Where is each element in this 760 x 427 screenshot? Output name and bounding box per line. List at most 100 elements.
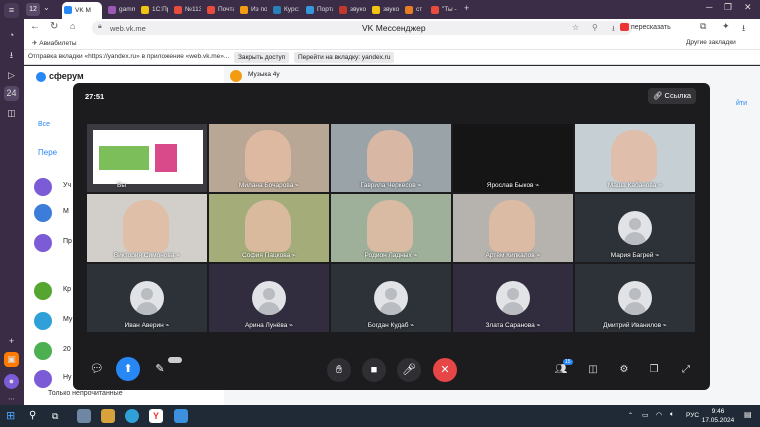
history-icon[interactable]: ◔ xyxy=(4,28,19,43)
participant-tile[interactable]: Мария Багрей ⌁ xyxy=(575,194,695,262)
bookmark-aviatickets[interactable]: ✈ Авиабилеты xyxy=(32,39,77,47)
participant-tile[interactable]: Арина Лунёва ⌁ xyxy=(209,264,329,332)
tab-7[interactable]: Портал xyxy=(304,3,333,17)
refresh-icon[interactable]: ↻ xyxy=(50,21,58,32)
file-explorer-icon[interactable] xyxy=(101,409,115,423)
camera-button[interactable]: ■ xyxy=(362,358,386,382)
network-icon[interactable]: ▭ xyxy=(642,411,649,419)
participant-tile[interactable]: Вы xyxy=(87,124,207,192)
bookmark-star-icon[interactable]: ☆ xyxy=(572,23,579,32)
chat-avatar[interactable]: Уч xyxy=(34,178,71,196)
tab-10[interactable]: ст xyxy=(403,3,425,17)
camera-app-icon[interactable] xyxy=(77,409,91,423)
screen-share-button[interactable]: ⬆ xyxy=(116,357,140,381)
participant-tile[interactable]: София Пацкова ⌁ xyxy=(209,194,329,262)
participant-tile[interactable]: Маша Кабанова ⌁ xyxy=(575,124,695,192)
tab-5[interactable]: Из поч xyxy=(238,3,267,17)
new-tab-icon[interactable]: + xyxy=(464,3,469,13)
back-icon[interactable]: ← xyxy=(30,21,40,32)
tab-0[interactable]: VK M xyxy=(62,2,102,19)
reader-icon[interactable]: ◫ xyxy=(4,106,19,121)
play-icon[interactable]: ▷ xyxy=(4,68,19,83)
microphone-button[interactable]: 🎤︎ xyxy=(397,358,421,382)
chat-avatar[interactable]: 20 xyxy=(34,342,71,360)
participant-tile[interactable]: Милана Бочарова ⌁ xyxy=(209,124,329,192)
extensions-puzzle-icon[interactable]: ✦ xyxy=(722,21,730,32)
url-field[interactable]: 🔒︎ web.vk.me VK Мессенджер ☆ ⚲ ⭳ xyxy=(92,21,632,35)
retell-button[interactable]: пересказать xyxy=(620,23,671,31)
picture-in-picture-icon[interactable]: ❐ xyxy=(646,362,662,378)
chat-avatar[interactable]: Му xyxy=(34,312,72,330)
filter-all[interactable]: Все xyxy=(38,121,50,128)
chat-item-label[interactable]: Пере xyxy=(38,148,57,157)
alice-icon[interactable]: ● xyxy=(4,374,19,389)
participant-tile[interactable]: Злата Саранова ⌁ xyxy=(453,264,573,332)
chat-icon[interactable]: 💬︎ xyxy=(85,357,109,381)
only-unread-label[interactable]: Только непрочитанные xyxy=(48,390,123,397)
downloads-bar-icon[interactable]: ⭳ xyxy=(742,21,745,37)
clock[interactable]: 9:46 17.05.2024 xyxy=(700,407,736,425)
call-link-button[interactable]: 🔗︎ Ссылка xyxy=(648,88,696,104)
pen-app-icon[interactable] xyxy=(174,409,188,423)
chat-avatar[interactable]: М xyxy=(34,204,69,222)
tab-4[interactable]: Почта xyxy=(205,3,234,17)
raise-hand-button[interactable]: ✋︎ xyxy=(327,358,351,382)
close-access-button[interactable]: Закрыть доступ xyxy=(234,52,290,63)
tab-bar: 12 ⌄ VK M gamma 1С:Пре №113 Почта Из поч Курс:… xyxy=(24,0,760,19)
add-icon[interactable]: + xyxy=(4,334,19,349)
participant-tile[interactable]: Богдан Кудаб ⌁ xyxy=(331,264,451,332)
layout-icon[interactable]: ◫ xyxy=(585,362,601,378)
tab-11[interactable]: "Ты - Ч xyxy=(429,3,458,17)
notifications-icon[interactable]: ▤ xyxy=(744,410,752,419)
calendar-24-icon[interactable]: 24 xyxy=(4,86,19,101)
maximize-icon[interactable]: ❐ xyxy=(724,2,732,13)
settings-gear-icon[interactable]: ⚙ xyxy=(616,362,632,378)
copy-icon[interactable]: ⧉ xyxy=(700,21,706,32)
volume-icon[interactable]: 🔈︎ xyxy=(670,411,674,419)
participant-tile[interactable]: Виктория Симонова ⌁ xyxy=(87,194,207,262)
tab-1[interactable]: gamma xyxy=(106,3,135,17)
participant-tile[interactable]: Гаврила Черкесов ⌁ xyxy=(331,124,451,192)
participant-tile[interactable]: Дмитрий Иванилов ⌁ xyxy=(575,264,695,332)
tab-2[interactable]: 1С:Пре xyxy=(139,3,168,17)
screen-share-preview xyxy=(93,130,203,184)
close-window-icon[interactable]: ✕ xyxy=(744,2,752,13)
fullscreen-icon[interactable]: ⤢ xyxy=(678,362,694,378)
tab-6[interactable]: Курс:Р xyxy=(271,3,300,17)
tray-chevron-icon[interactable]: ⌃ xyxy=(628,412,633,419)
extension-icon[interactable]: ⚲ xyxy=(592,23,598,32)
tab-count-badge[interactable]: 12 xyxy=(26,3,40,16)
pen-options-badge[interactable] xyxy=(168,357,182,363)
participant-tile[interactable]: Родион Ладных ⌁ xyxy=(331,194,451,262)
yandex-menu-icon[interactable]: ≡ xyxy=(4,3,19,18)
home-icon[interactable]: ⌂ xyxy=(70,21,75,31)
sferum-logo-icon xyxy=(36,72,46,82)
participant-tile[interactable]: Артём Кипкалов ⌁ xyxy=(453,194,573,262)
task-view-icon[interactable]: ⧉ xyxy=(52,409,66,423)
yandex-browser-icon[interactable]: Y xyxy=(149,409,163,423)
chat-avatar[interactable]: Пр xyxy=(34,234,72,252)
yandex-market-icon[interactable]: ▣ xyxy=(4,352,19,367)
chat-avatar[interactable]: Ну xyxy=(34,370,72,388)
tab-3[interactable]: №113 xyxy=(172,3,201,17)
participant-tile[interactable]: Ярослав Быков ⌁ xyxy=(453,124,573,192)
edge-icon[interactable] xyxy=(125,409,139,423)
language-indicator[interactable]: РУС xyxy=(686,412,699,419)
participant-name-text: Иван Аверин xyxy=(124,322,164,329)
bookmarks-bar: ✈ Авиабилеты Другие закладки xyxy=(24,37,760,50)
end-call-button[interactable]: ✕ xyxy=(433,358,457,382)
windows-start-icon[interactable]: ⊞ xyxy=(6,409,20,423)
participant-tile[interactable]: Иван Аверин ⌁ xyxy=(87,264,207,332)
download-page-icon[interactable]: ⭳ xyxy=(612,23,615,37)
goto-tab-button[interactable]: Перейти на вкладку: yandex.ru xyxy=(294,52,395,63)
chat-header-link[interactable]: йти xyxy=(736,100,747,107)
minimize-icon[interactable]: ─ xyxy=(706,2,712,12)
tab-9[interactable]: звуко xyxy=(370,3,399,17)
wifi-icon[interactable]: ◠ xyxy=(656,411,662,419)
chat-avatar[interactable]: Кр xyxy=(34,282,71,300)
downloads-icon[interactable]: ⭳ xyxy=(4,48,19,63)
search-icon[interactable]: ⚲ xyxy=(29,409,43,423)
tab-list-chevron-icon[interactable]: ⌄ xyxy=(43,3,50,12)
other-bookmarks[interactable]: Другие закладки xyxy=(686,39,736,46)
tab-8[interactable]: звуко xyxy=(337,3,366,17)
